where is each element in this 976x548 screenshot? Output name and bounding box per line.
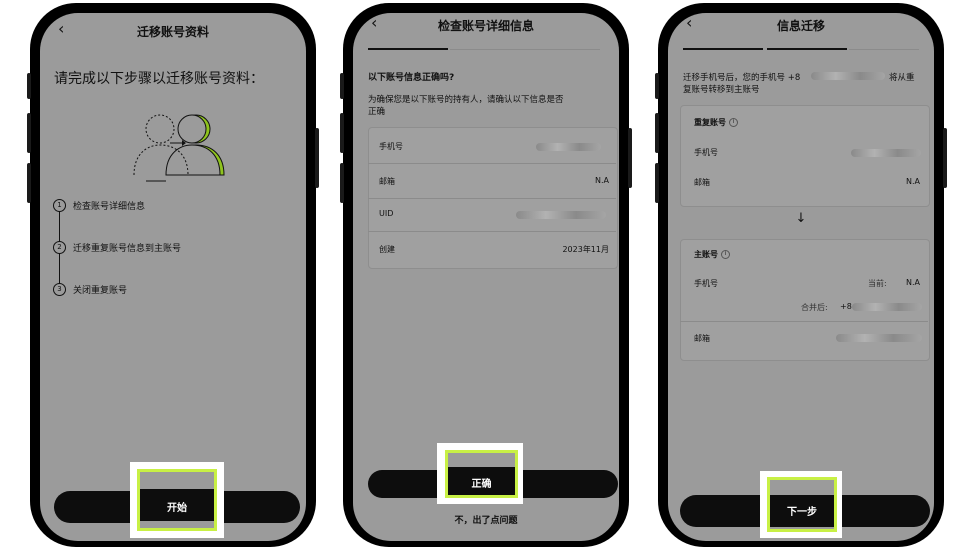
- step-connector: [59, 251, 60, 286]
- side-button: [340, 113, 344, 153]
- problem-link[interactable]: 不，出了点问题: [353, 513, 619, 526]
- masked-value: [516, 211, 606, 219]
- duplicate-account-label: 重复账号: [694, 118, 726, 127]
- masked-value: [536, 143, 601, 151]
- section-heading: 主账号 i: [694, 249, 730, 260]
- step-connector: [59, 209, 60, 244]
- step-label: 迁移重复账号信息到主账号: [73, 244, 182, 254]
- side-button: [628, 128, 632, 188]
- side-button: [27, 113, 31, 153]
- main-account-label: 主账号: [694, 250, 718, 259]
- masked-value: [852, 303, 922, 311]
- steps-heading: 请完成以下步骤以迁移账号资料：: [54, 71, 264, 87]
- divider: [680, 321, 928, 322]
- info-label: 手机号: [694, 279, 718, 288]
- divider: [368, 163, 616, 164]
- side-button: [655, 113, 659, 153]
- intro-text: 迁移手机号后，您的手机号 +8: [683, 73, 801, 83]
- divider: [368, 198, 616, 199]
- merged-value: +8: [840, 302, 852, 311]
- side-button: [27, 73, 31, 99]
- info-label: 手机号: [379, 142, 403, 151]
- intro-text: 复账号转移到主账号: [683, 85, 760, 95]
- side-button: [340, 73, 344, 99]
- side-button: [655, 73, 659, 99]
- progress-step-active: [767, 48, 847, 50]
- info-value: 2023年11月: [562, 245, 609, 254]
- phone-frame-3: ‹ 信息迁移 迁移手机号后，您的手机号 +8 将从重 复账号转移到主账号 重复账…: [655, 3, 947, 547]
- side-button: [655, 163, 659, 203]
- progress-step-active: [368, 48, 448, 50]
- page-title: 检查账号详细信息: [437, 19, 534, 33]
- info-icon[interactable]: i: [729, 118, 738, 127]
- description-text: 正确: [368, 107, 386, 117]
- step-number: 1: [53, 199, 66, 212]
- progress-step-done: [683, 48, 763, 50]
- account-merge-illustration: [133, 114, 225, 182]
- masked-value: [836, 334, 922, 342]
- info-label: 邮箱: [379, 177, 395, 186]
- masked-value: [851, 149, 921, 157]
- side-button: [943, 128, 947, 188]
- info-label: 手机号: [694, 148, 718, 157]
- progress-step-inactive: [849, 49, 919, 50]
- side-button: [315, 128, 319, 188]
- intro-text: 将从重: [889, 73, 915, 83]
- step-number: 3: [53, 283, 66, 296]
- page-title: 迁移账号资料: [136, 25, 209, 39]
- current-value: N.A: [906, 278, 920, 287]
- top-bar: ‹ 检查账号详细信息: [353, 13, 619, 43]
- page-title: 信息迁移: [776, 19, 825, 33]
- merged-label: 合并后:: [801, 303, 828, 312]
- step-number: 2: [53, 241, 66, 254]
- info-value: N.A: [906, 177, 920, 186]
- progress-step-inactive: [450, 49, 600, 50]
- info-label: UID: [379, 209, 394, 218]
- start-button-label[interactable]: 开始: [137, 499, 217, 514]
- step-label: 检查账号详细信息: [73, 202, 146, 212]
- info-label: 创建: [379, 245, 395, 254]
- info-icon[interactable]: i: [721, 250, 730, 259]
- info-value: N.A: [595, 176, 609, 185]
- description-text: 为确保您是以下账号的持有人，请确认以下信息是否: [368, 95, 564, 105]
- screen-info-migration: ‹ 信息迁移 迁移手机号后，您的手机号 +8 将从重 复账号转移到主账号 重复账…: [668, 13, 934, 541]
- section-heading: 重复账号 i: [694, 117, 738, 128]
- highlight-box: [445, 450, 518, 498]
- side-button: [340, 163, 344, 203]
- next-button-label[interactable]: 下一步: [767, 503, 837, 518]
- info-label: 邮箱: [694, 334, 710, 343]
- confirm-question: 以下账号信息正确吗?: [368, 73, 455, 83]
- current-label: 当前:: [868, 279, 887, 288]
- top-bar: ‹ 迁移账号资料: [40, 13, 306, 43]
- confirm-button-label[interactable]: 正确: [445, 475, 518, 490]
- side-button: [27, 163, 31, 203]
- accounts-icon: [133, 114, 225, 182]
- divider: [368, 231, 616, 232]
- step-label: 关闭重复账号: [73, 286, 128, 296]
- top-bar: ‹ 信息迁移: [668, 13, 934, 43]
- masked-phone: [811, 72, 885, 80]
- down-arrow-icon: ↓: [795, 211, 807, 226]
- info-label: 邮箱: [694, 178, 710, 187]
